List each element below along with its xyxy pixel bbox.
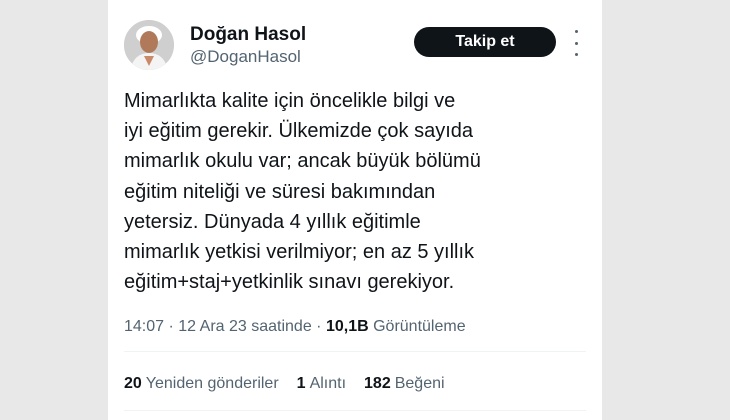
tweet-text-line: iyi eğitim gerekir. Ülkemizde çok sayıda: [124, 120, 474, 143]
tweet-card: Doğan Hasol @DoganHasol Takip et Mimarlı…: [108, 0, 602, 420]
meta-separator: ·: [168, 318, 174, 335]
reposts-label: Yeniden gönderiler: [145, 375, 279, 392]
tweet-date[interactable]: 12 Ara 23 saatinde: [178, 318, 311, 335]
views-count: 10,1B: [325, 318, 369, 335]
quotes-label: Alıntı: [309, 375, 347, 392]
divider: [124, 351, 586, 352]
display-name[interactable]: Doğan Hasol: [190, 24, 306, 46]
more-vertical-icon[interactable]: [570, 30, 582, 56]
views-label: Görüntüleme: [373, 318, 466, 335]
meta-separator: ·: [316, 318, 322, 335]
likes-label: Beğeni: [394, 375, 445, 392]
likes-stat[interactable]: 182 Beğeni: [364, 375, 445, 393]
avatar-photo-icon: [124, 20, 174, 70]
tweet-text-line: eğitim+staj+yetkinlik sınavı gerekiyor.: [124, 271, 455, 294]
reposts-count: 20: [124, 375, 142, 392]
tweet-text: Mimarlıkta kalite için öncelikle bilgi v…: [124, 86, 544, 297]
quotes-stat[interactable]: 1 Alıntı: [297, 375, 346, 393]
avatar[interactable]: [124, 20, 174, 70]
tweet-text-line: eğitim niteliği ve süresi bakımından: [124, 180, 436, 203]
tweet-text-line: Mimarlıkta kalite için öncelikle bilgi v…: [124, 90, 456, 112]
tweet-text-line: mimarlık okulu var; ancak büyük bölümü: [124, 150, 481, 173]
user-handle[interactable]: @DoganHasol: [190, 47, 301, 67]
tweet-meta: 14:07 · 12 Ara 23 saatinde · 10,1B Görün…: [124, 318, 466, 336]
quotes-count: 1: [296, 375, 306, 392]
tweet-time[interactable]: 14:07: [124, 318, 164, 335]
reposts-stat[interactable]: 20 Yeniden gönderiler: [124, 375, 279, 393]
tweet-text-line: yetersiz. Dünyada 4 yıllık eğitimle: [124, 210, 421, 233]
tweet-text-line: mimarlık yetkisi verilmiyor; en az 5 yıl…: [124, 241, 475, 264]
follow-button[interactable]: Takip et: [414, 27, 556, 57]
engagement-stats: 20 Yeniden gönderiler 1 Alıntı 182 Beğeni: [124, 375, 445, 393]
divider: [124, 410, 586, 411]
likes-count: 182: [364, 375, 391, 392]
